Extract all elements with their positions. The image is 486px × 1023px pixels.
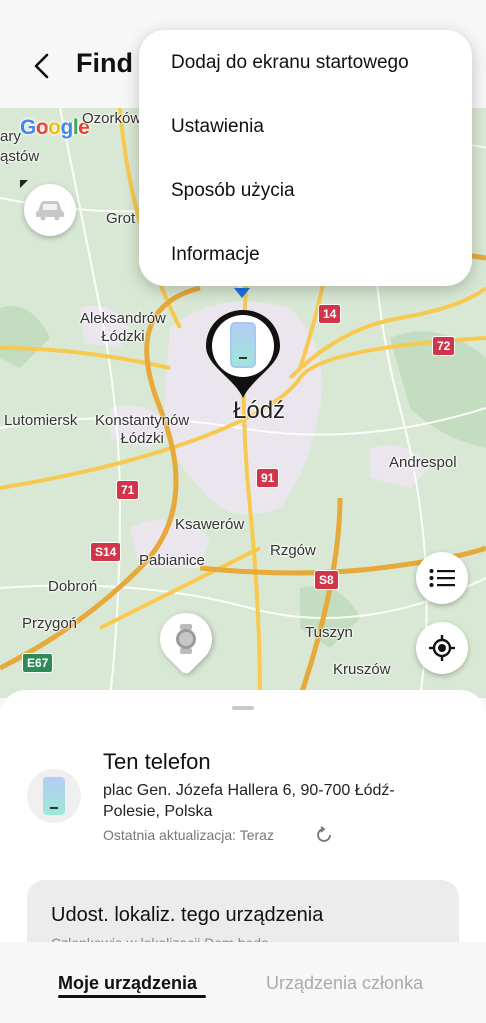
watch-icon — [176, 624, 196, 654]
road-badge-s14: S14 — [90, 542, 122, 562]
device-avatar — [27, 769, 81, 823]
map-label-zgierz: ary — [0, 128, 21, 145]
sheet-drag-handle[interactable] — [232, 706, 254, 710]
map-label-lodz: Łódź — [233, 397, 286, 424]
last-update-text: Ostatnia aktualizacja: Teraz — [103, 827, 274, 843]
phone-pin-icon — [206, 310, 280, 398]
car-icon — [36, 201, 64, 221]
direction-arrow-icon — [234, 288, 250, 298]
map-label-andrespol: Andrespol — [389, 454, 457, 471]
map-label-pabianice: Pabianice — [139, 552, 205, 569]
map-label-ksawerow: Ksawerów — [175, 516, 245, 533]
menu-item-add-to-home[interactable]: Dodaj do ekranu startowego — [171, 52, 409, 74]
road-badge-91: 91 — [256, 468, 280, 488]
map-label-dobron: Dobroń — [48, 578, 98, 595]
map-label-rzgow: Rzgów — [270, 542, 316, 559]
map-label-aleksandrow: Aleksandrów Łódzki — [80, 310, 166, 345]
chevron-left-icon — [34, 53, 49, 79]
menu-item-how-to-use[interactable]: Sposób użycia — [171, 180, 295, 202]
active-tab-indicator — [58, 995, 206, 998]
device-list-button[interactable] — [416, 552, 468, 604]
menu-item-settings[interactable]: Ustawienia — [171, 116, 264, 138]
map-label-grotniki: Grot — [106, 210, 136, 227]
phone-location-pin[interactable] — [204, 308, 282, 404]
tab-member-devices[interactable]: Urządzenia członka — [266, 973, 423, 994]
map-label-tuszyn: Tuszyn — [305, 624, 353, 641]
watch-location-pin[interactable] — [149, 602, 223, 676]
map-label-glowno: ąstów — [0, 148, 40, 165]
share-location-title: Udost. lokaliz. tego urządzenia — [51, 904, 324, 926]
car-mode-button[interactable] — [24, 184, 76, 236]
car-indicator-icon — [20, 180, 28, 188]
bottom-tab-bar: Moje urządzenia Urządzenia członka — [0, 942, 486, 1023]
crosshair-icon — [429, 635, 455, 661]
map-label-konstantynow: Konstantynów Łódzki — [95, 412, 190, 447]
page-title: Find — [76, 48, 133, 78]
device-address: plac Gen. Józefa Hallera 6, 90-700 Łódź-… — [103, 782, 395, 820]
road-badge-72: 72 — [432, 336, 456, 356]
refresh-button[interactable] — [313, 824, 335, 846]
road-badge-71: 71 — [116, 480, 140, 500]
road-badge-14: 14 — [318, 304, 342, 324]
road-badge-e67: E67 — [22, 653, 54, 673]
map-label-ozorkow: Ozorków — [82, 110, 142, 127]
refresh-icon — [317, 826, 331, 842]
phone-icon — [43, 777, 65, 815]
map-label-kruszow: Kruszów — [333, 661, 391, 678]
map-label-lutomiersk: Lutomiersk — [4, 412, 78, 429]
road-badge-s8: S8 — [314, 570, 339, 590]
list-icon — [429, 569, 455, 587]
tab-my-devices[interactable]: Moje urządzenia — [58, 973, 197, 994]
back-button[interactable] — [24, 46, 60, 86]
device-name[interactable]: Ten telefon — [103, 749, 211, 775]
my-location-button[interactable] — [416, 622, 468, 674]
google-logo: Google — [20, 116, 90, 139]
map-label-przygon: Przygoń — [22, 615, 78, 632]
menu-item-about[interactable]: Informacje — [171, 244, 260, 266]
overflow-menu: Dodaj do ekranu startowego Ustawienia Sp… — [139, 30, 472, 286]
